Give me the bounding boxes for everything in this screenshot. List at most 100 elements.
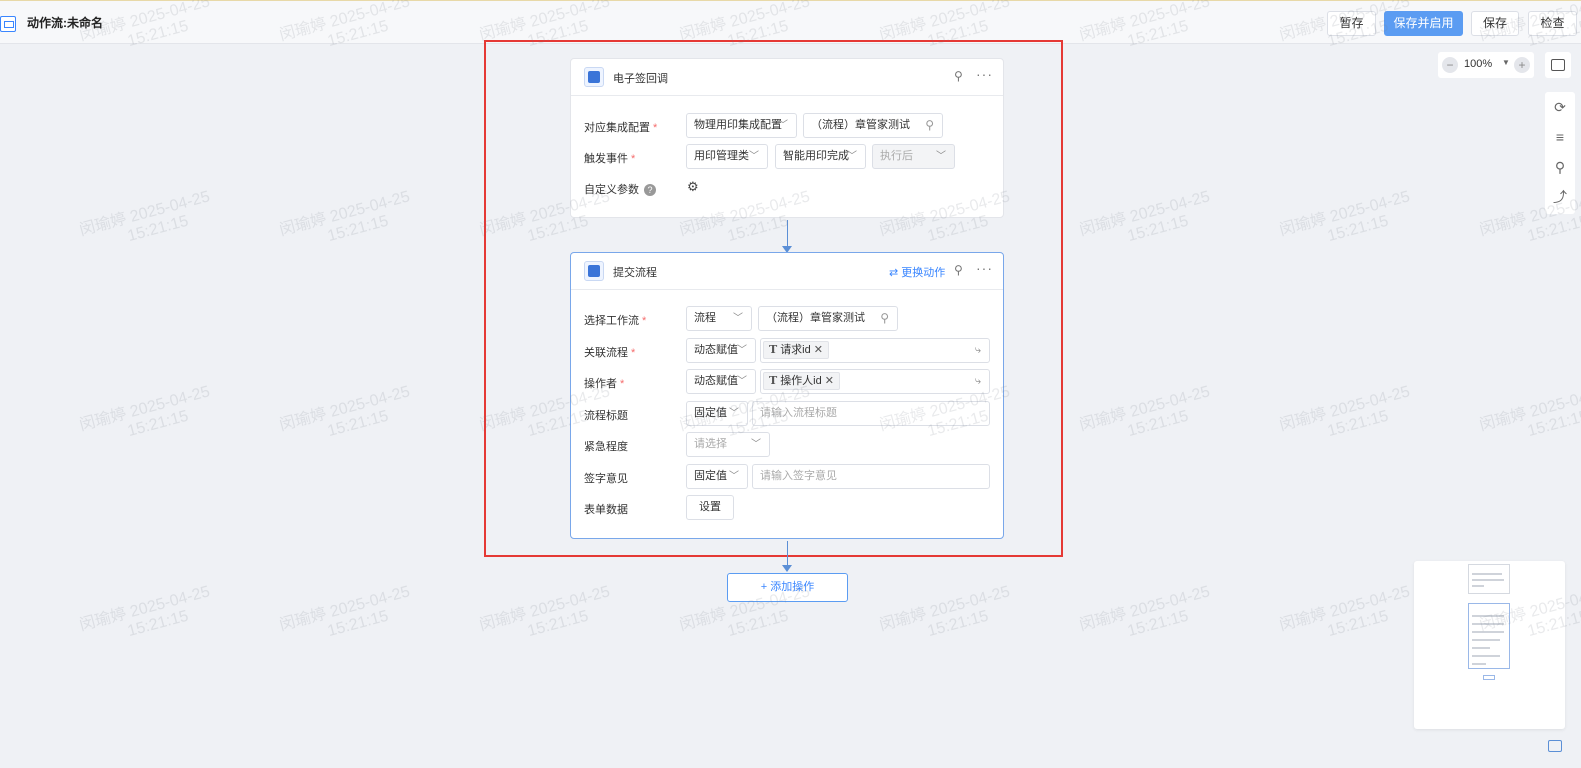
trigger-event-select[interactable]: 智能用印完成 ﹀ [775, 144, 866, 169]
connect-icon[interactable]: ⤴ [1551, 188, 1569, 206]
fullscreen-button[interactable] [1545, 52, 1571, 78]
save-and-enable-button[interactable]: 保存并启用 [1384, 11, 1463, 36]
chevron-down-icon: ﹀ [729, 471, 739, 482]
top-bar: 动作流:未命名 暂存 保存并启用 保存 检查 [0, 0, 1581, 44]
urgency-label: 紧急程度 [584, 441, 628, 453]
swap-action-link[interactable]: ⇄ 更换动作 [889, 264, 945, 280]
watermark: 闵瑜婷 2025-04-2515:21:15 [1077, 383, 1212, 441]
trigger-label: 触发事件 * [584, 153, 636, 165]
chevron-down-icon: ﹀ [737, 376, 747, 387]
flow-title-label: 流程标题 [584, 410, 628, 422]
search-icon: ⚲ [880, 311, 889, 325]
watermark: 闵瑜婷 2025-04-2515:21:15 [1077, 188, 1212, 246]
variable-picker-icon: ⤷ [974, 375, 981, 387]
watermark: 闵瑜婷 2025-04-2515:21:15 [277, 383, 412, 441]
pin-icon[interactable]: ⚲ [954, 69, 963, 83]
operator-value-field[interactable]: T 操作人id ✕ ⤷ [760, 369, 990, 394]
chevron-down-icon: ﹀ [936, 151, 946, 162]
card-header: 提交流程 ⇄ 更换动作 ⚲ ··· [571, 253, 1003, 290]
chevron-down-icon: ﹀ [751, 439, 761, 450]
caret-down-icon[interactable]: ▼ [1502, 58, 1510, 67]
chevron-down-icon: ﹀ [737, 345, 747, 356]
watermark: 闵瑜婷 2025-04-2515:21:15 [77, 188, 212, 246]
chevron-down-icon: ﹀ [729, 408, 739, 419]
chevron-down-icon: ﹀ [733, 313, 743, 324]
refresh-icon[interactable]: ⟳ [1551, 98, 1569, 116]
esign-icon [584, 67, 604, 87]
trigger-category-select[interactable]: 用印管理类 ﹀ [686, 144, 768, 169]
watermark: 闵瑜婷 2025-04-2515:21:15 [1277, 383, 1412, 441]
chevron-down-icon: ﹀ [847, 151, 857, 162]
minimap-toggle-icon[interactable] [1548, 740, 1562, 752]
arrow-down-icon [782, 565, 792, 572]
workflow-type-select[interactable]: 流程 ﹀ [686, 306, 752, 331]
more-icon[interactable]: ··· [976, 66, 993, 82]
workflow-icon [0, 16, 16, 32]
watermark: 闵瑜婷 2025-04-2515:21:15 [77, 583, 212, 641]
form-data-label: 表单数据 [584, 504, 628, 516]
watermark: 闵瑜婷 2025-04-2515:21:15 [77, 383, 212, 441]
related-mode-select[interactable]: 动态赋值 ﹀ [686, 338, 756, 363]
zoom-level[interactable]: 100% [1464, 58, 1492, 70]
check-button[interactable]: 检查 [1528, 11, 1577, 36]
close-icon: ✕ [813, 344, 823, 356]
layers-icon [584, 261, 604, 281]
trigger-timing-select: 执行后 ﹀ [872, 144, 955, 169]
zoom-in-icon[interactable]: + [1514, 57, 1530, 73]
pin-icon[interactable]: ⚲ [954, 263, 963, 277]
side-toolbar: ⟳ ≡ ⚲ ⤴ [1545, 92, 1575, 214]
watermark: 闵瑜婷 2025-04-2515:21:15 [877, 583, 1012, 641]
flow-title-mode-select[interactable]: 固定值 ﹀ [686, 401, 748, 426]
watermark: 闵瑜婷 2025-04-2515:21:15 [477, 583, 612, 641]
related-flow-label: 关联流程 * [584, 347, 636, 359]
card-title: 提交流程 [613, 267, 657, 279]
watermark: 闵瑜婷 2025-04-2515:21:15 [1477, 383, 1581, 441]
custom-params-label: 自定义参数? [584, 181, 656, 197]
watermark: 闵瑜婷 2025-04-2515:21:15 [1077, 583, 1212, 641]
variable-tag: T 操作人id ✕ [763, 372, 840, 390]
integration-label: 对应集成配置 * [584, 122, 658, 134]
operator-label: 操作者 * [584, 378, 625, 390]
urgency-select[interactable]: 请选择 ﹀ [686, 432, 770, 457]
watermark: 闵瑜婷 2025-04-2515:21:15 [277, 188, 412, 246]
minimap[interactable] [1414, 561, 1565, 729]
form-settings-button[interactable]: 设置 [686, 495, 734, 520]
integration-search[interactable]: （流程）章管家测试 ⚲ [803, 113, 943, 138]
sign-mode-select[interactable]: 固定值 ﹀ [686, 464, 748, 489]
variable-picker-icon: ⤷ [974, 344, 981, 356]
operator-mode-select[interactable]: 动态赋值 ﹀ [686, 369, 756, 394]
callback-card[interactable]: 电子签回调 ⚲ ··· 对应集成配置 * 物理用印集成配置 ﹀ （流程）章管家测试 ⚲… [570, 58, 1004, 218]
zoom-out-icon[interactable]: − [1442, 57, 1458, 73]
window-icon [1551, 59, 1565, 71]
card-header: 电子签回调 ⚲ ··· [571, 59, 1003, 96]
flow-title-input[interactable]: 请输入流程标题 [752, 401, 990, 426]
workflow-search[interactable]: （流程）章管家测试 ⚲ [758, 306, 898, 331]
add-action-button[interactable]: + 添加操作 [727, 573, 848, 602]
chevron-down-icon: ﹀ [778, 120, 788, 131]
sign-opinion-label: 签字意见 [584, 473, 628, 485]
help-icon: ? [644, 184, 656, 196]
watermark: 闵瑜婷 2025-04-2515:21:15 [1277, 583, 1412, 641]
page-title: 动作流:未命名 [27, 16, 103, 30]
connector-line [787, 220, 788, 247]
workflow-label: 选择工作流 * [584, 315, 647, 327]
related-value-field[interactable]: T 请求id ✕ ⤷ [760, 338, 990, 363]
submit-flow-card[interactable]: 提交流程 ⇄ 更换动作 ⚲ ··· 选择工作流 * 流程 ﹀ （流程）章管家测试 ⚲ … [570, 252, 1004, 539]
watermark: 闵瑜婷 2025-04-2515:21:15 [1277, 188, 1412, 246]
close-icon: ✕ [824, 375, 834, 387]
temp-save-button[interactable]: 暂存 [1327, 11, 1376, 36]
watermark: 闵瑜婷 2025-04-2515:21:15 [277, 583, 412, 641]
pin-icon[interactable]: ⚲ [1551, 158, 1569, 176]
gear-icon[interactable]: ⚙ [687, 179, 699, 195]
chevron-down-icon: ﹀ [749, 151, 759, 162]
card-title: 电子签回调 [613, 73, 668, 85]
search-icon: ⚲ [925, 118, 934, 132]
sign-opinion-input[interactable]: 请输入签字意见 [752, 464, 990, 489]
layout-icon[interactable]: ≡ [1551, 128, 1569, 146]
more-icon[interactable]: ··· [976, 260, 993, 276]
save-button[interactable]: 保存 [1471, 11, 1519, 36]
zoom-control: − 100% ▼ + [1438, 52, 1534, 78]
integration-select[interactable]: 物理用印集成配置 ﹀ [686, 113, 797, 138]
variable-tag: T 请求id ✕ [763, 341, 829, 359]
connector-line [787, 541, 788, 566]
